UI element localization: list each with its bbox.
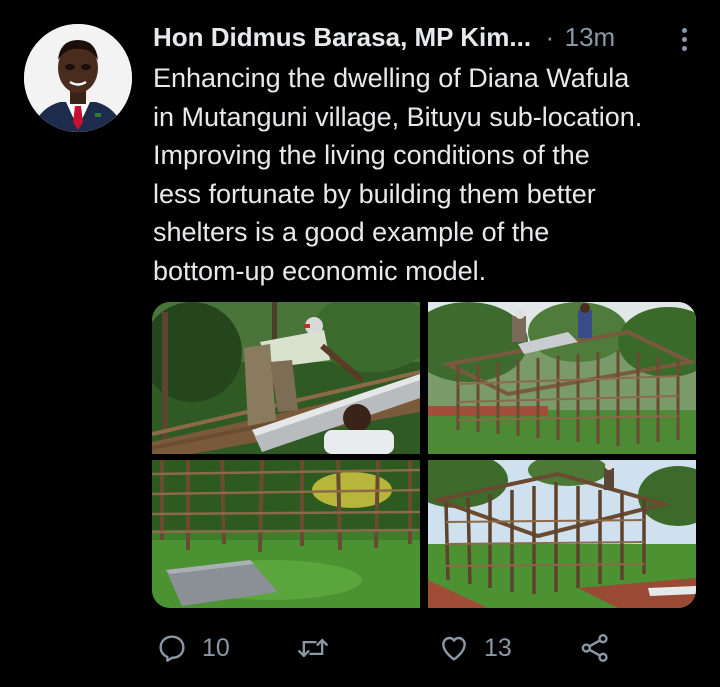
like-count: 13 [484,633,512,662]
tweet-text-line: shelters is a good example of the [153,217,550,247]
more-vertical-icon[interactable] [674,24,694,54]
avatar[interactable] [24,24,132,132]
reply-count: 10 [202,633,230,662]
tweet-text-line: less fortunate by building them better [153,178,596,209]
photo-frame-interior[interactable] [152,460,420,608]
tweet-actions: 10 13 [152,626,622,670]
photo-roofing[interactable] [152,302,420,454]
retweet-icon [298,638,328,658]
tweet-header: Hon Didmus Barasa, MP Kim... · 13m [153,22,698,58]
media-grid [152,302,696,608]
retweet-button[interactable] [296,626,344,670]
author-name[interactable]: Hon Didmus Barasa, MP Kim... [153,22,531,52]
heart-icon [442,636,466,661]
reply-icon [159,635,185,662]
share-button[interactable] [579,626,611,670]
share-icon [581,634,608,662]
like-button[interactable]: 13 [438,626,512,670]
tweet-text-line: bottom-up economic model. [153,255,487,286]
separator: · [545,22,555,52]
tweet[interactable]: Hon Didmus Barasa, MP Kim... · 13m Enhan… [0,0,720,687]
photo-house-frame[interactable] [428,302,696,454]
photo-frame-exterior[interactable] [428,460,696,608]
reply-button[interactable]: 10 [156,626,230,670]
timestamp[interactable]: 13m [565,22,616,52]
tweet-text-line: Enhancing the dwelling of Diana Wafula [153,63,630,93]
tweet-text-line: Improving the living conditions of the [153,140,590,170]
avatar-image [24,24,132,132]
tweet-text-line: in Mutanguni village, Bituyu sub-locatio… [153,101,643,132]
tweet-text: Enhancing the dwelling of Diana Wafula i… [153,59,708,290]
